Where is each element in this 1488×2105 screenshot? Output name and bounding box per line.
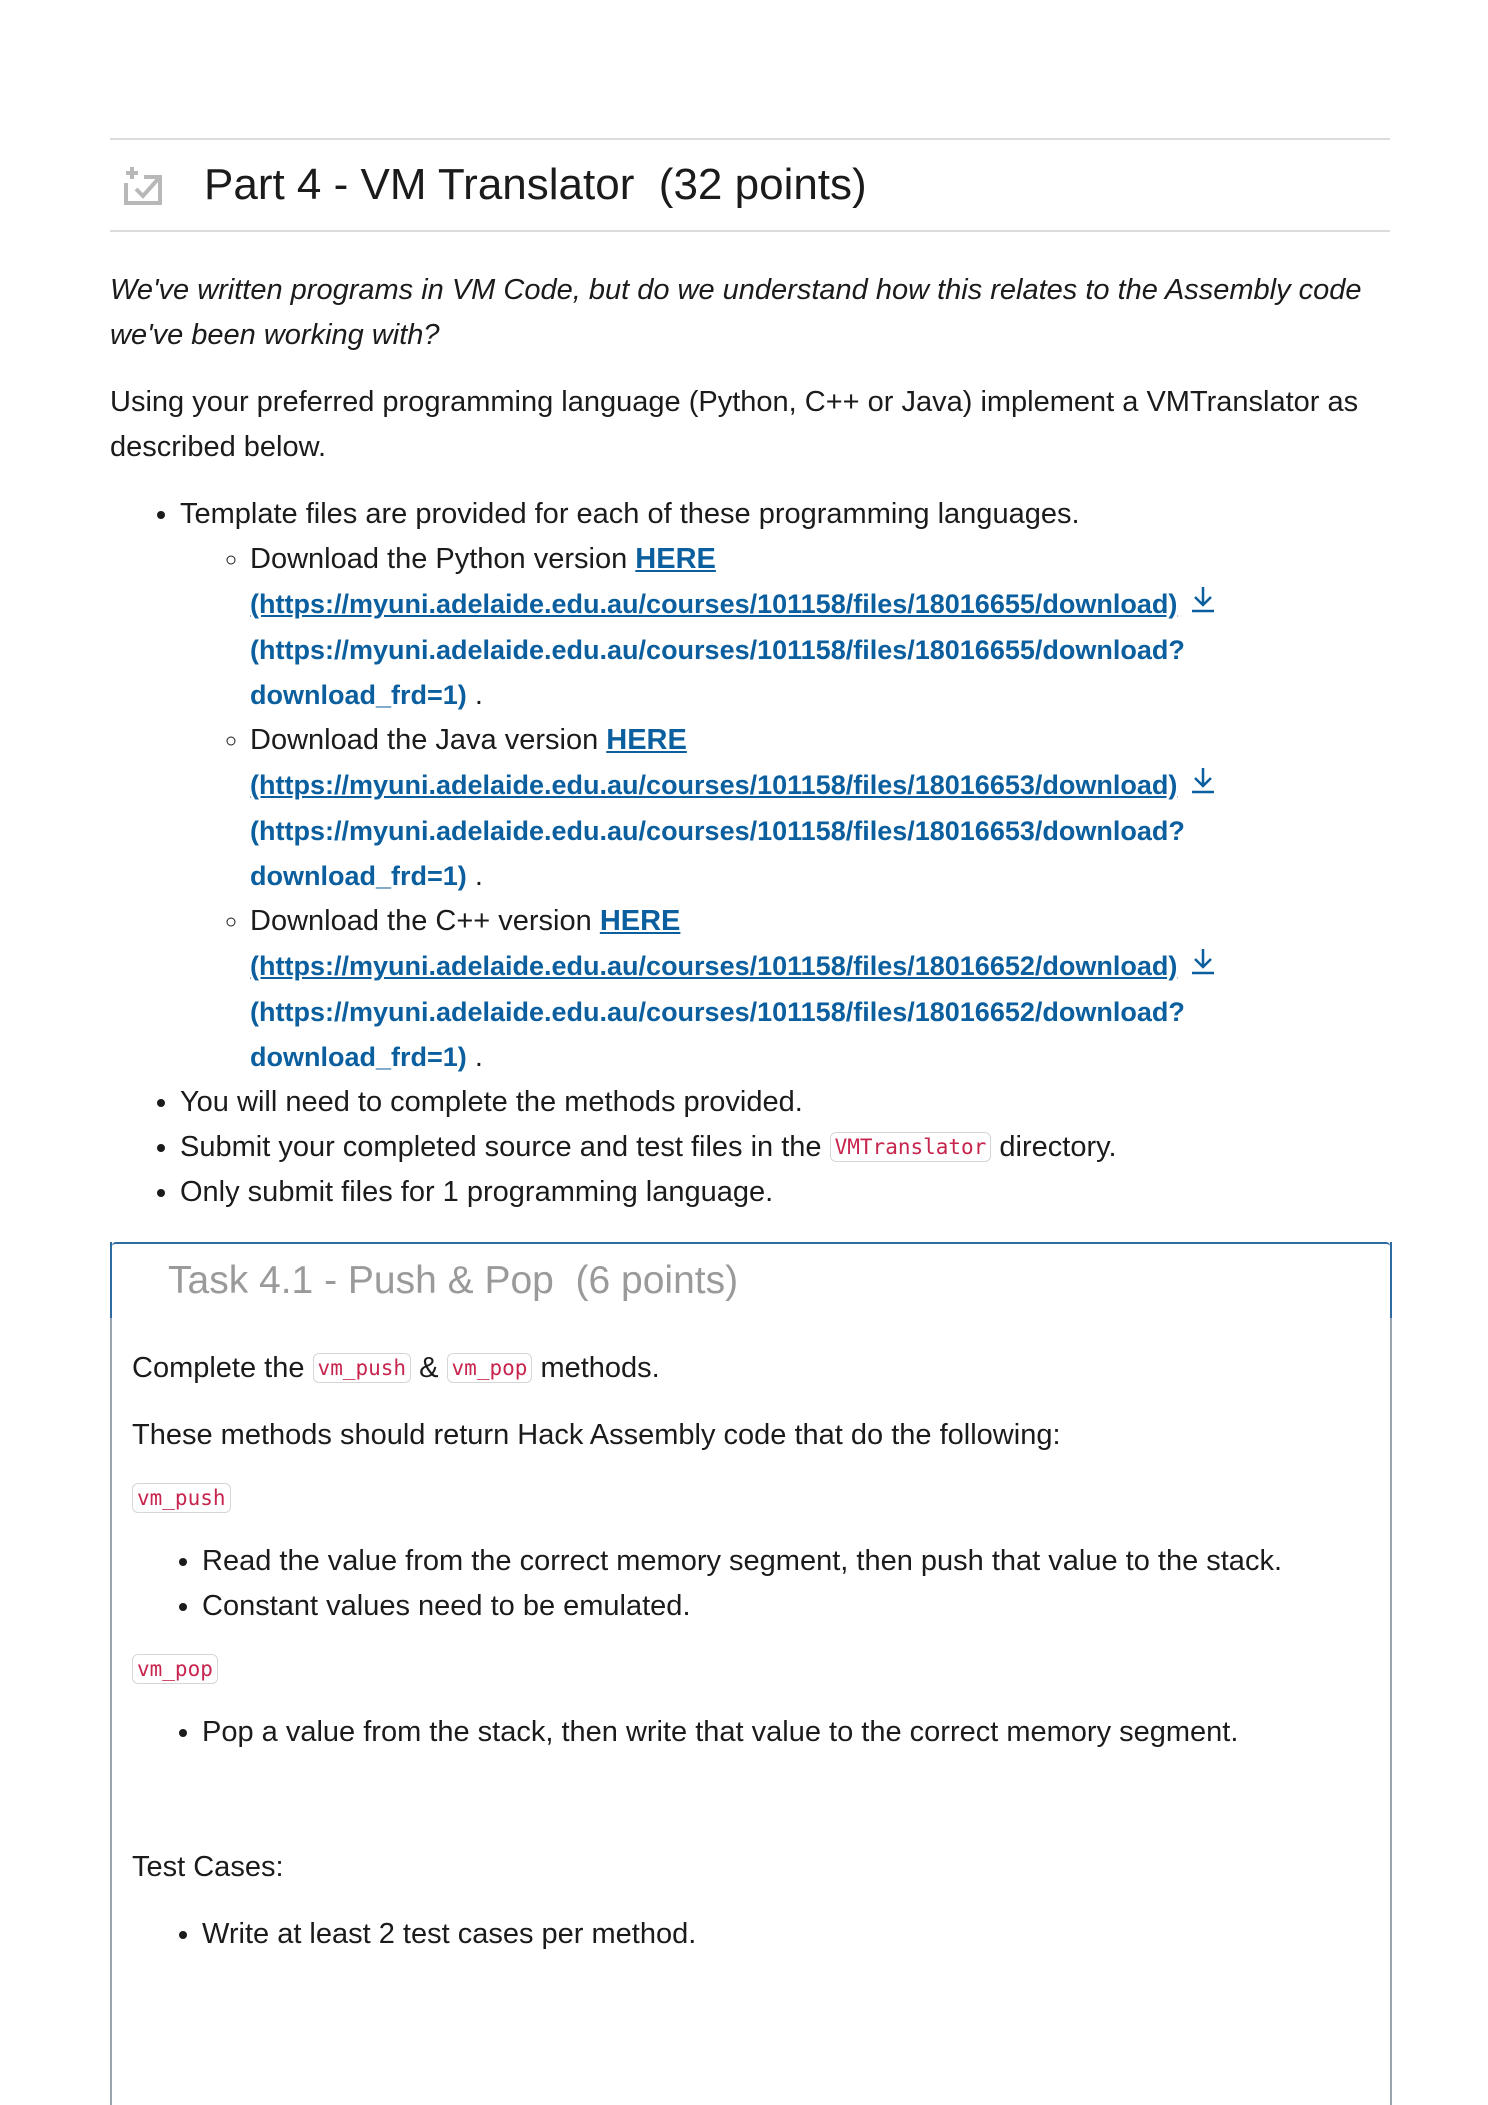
cpp-download-link[interactable]: (https://myuni.adelaide.edu.au/courses/1… [250,951,1177,981]
list-item: Constant values need to be emulated. [202,1584,1390,1629]
push-list: Read the value from the correct memory s… [132,1539,1390,1629]
description-text: Using your preferred programming languag… [110,386,1359,463]
download-label: Download the Java version [250,723,607,756]
period-text: . [466,678,483,711]
complete-suffix: methods. [532,1352,660,1384]
vm-pop-heading: vm_pop [132,1647,1390,1692]
vm-push-code: vm_push [312,1353,412,1383]
only-submit-text: Only submit files for 1 programming lang… [180,1175,774,1208]
java-download-frd-link-cont[interactable]: download_frd=1) [250,861,467,891]
period-text: . [466,859,483,892]
title-bar: Part 4 - VM Translator (32 points) [110,138,1390,232]
task-body: Complete the vm_push & vm_pop methods. T… [112,1346,1390,1957]
download-item-python: Download the Python version HERE (https:… [250,537,1390,718]
intro-text: We've written programs in VM Code, but d… [110,274,1362,351]
page-title: Part 4 - VM Translator (32 points) [204,160,867,209]
page: Part 4 - VM Translator (32 points) We've… [110,138,1390,1215]
period-text: . [466,1040,483,1073]
vm-push-heading: vm_push [132,1476,1390,1521]
list-item: Only submit files for 1 programming lang… [180,1170,1390,1215]
download-item-java: Download the Java version HERE (https://… [250,718,1390,899]
cpp-download-frd-link[interactable]: (https://myuni.adelaide.edu.au/courses/1… [250,997,1185,1027]
java-here-link[interactable]: HERE [606,724,687,756]
vm-pop-code: vm_pop [132,1654,218,1684]
submit-text: Submit your completed source and test fi… [180,1130,830,1163]
cpp-here-link[interactable]: HERE [600,905,681,937]
templates-text: Template files are provided for each of … [180,498,1080,530]
download-icon[interactable] [1189,945,1217,990]
list-item: You will need to complete the methods pr… [180,1080,1390,1125]
python-download-link[interactable]: (https://myuni.adelaide.edu.au/courses/1… [250,589,1177,619]
python-download-frd-link[interactable]: (https://myuni.adelaide.edu.au/courses/1… [250,635,1185,665]
downloads-list: Download the Python version HERE (https:… [180,537,1390,1080]
task-title: Task 4.1 - Push & Pop (6 points) [168,1259,739,1302]
vm-pop-code: vm_pop [446,1353,533,1383]
cpp-download-frd-link-cont[interactable]: download_frd=1) [250,1042,467,1072]
list-item: Pop a value from the stack, then write t… [202,1710,1390,1755]
requirements-list: Template files are provided for each of … [110,492,1390,1215]
download-label: Download the C++ version [250,904,600,937]
task-panel: Task 4.1 - Push & Pop (6 points) Complet… [110,1242,1392,2105]
list-item: Write at least 2 test cases per method. [202,1912,1390,1957]
complete-prefix: Complete the [132,1352,313,1384]
complete-methods-line: Complete the vm_push & vm_pop methods. [132,1346,1390,1391]
ampersand: & [411,1352,447,1384]
list-item: Read the value from the correct memory s… [202,1539,1390,1584]
python-here-link[interactable]: HERE [635,543,716,575]
test-cases-list: Write at least 2 test cases per method. [132,1912,1390,1957]
download-label: Download the Python version [250,543,636,575]
download-icon[interactable] [1189,583,1217,628]
python-download-frd-link-cont[interactable]: download_frd=1) [250,680,467,710]
vmtranslator-code: VMTranslator [829,1131,992,1162]
methods-description: These methods should return Hack Assembl… [132,1419,1061,1451]
list-item: Submit your completed source and test fi… [180,1125,1390,1170]
complete-methods-text: You will need to complete the methods pr… [180,1085,803,1118]
list-item: Template files are provided for each of … [180,492,1390,1080]
task-header[interactable]: Task 4.1 - Push & Pop (6 points) [110,1242,1392,1318]
java-download-frd-link[interactable]: (https://myuni.adelaide.edu.au/courses/1… [250,816,1185,846]
pop-list: Pop a value from the stack, then write t… [132,1710,1390,1755]
test-cases-label: Test Cases: [132,1851,284,1883]
submit-suffix-text: directory. [991,1130,1117,1163]
vm-push-code: vm_push [132,1483,231,1513]
assignment-checklist-icon [120,161,168,209]
download-icon[interactable] [1189,764,1217,809]
java-download-link[interactable]: (https://myuni.adelaide.edu.au/courses/1… [250,770,1177,800]
download-item-cpp: Download the C++ version HERE (https://m… [250,899,1390,1080]
